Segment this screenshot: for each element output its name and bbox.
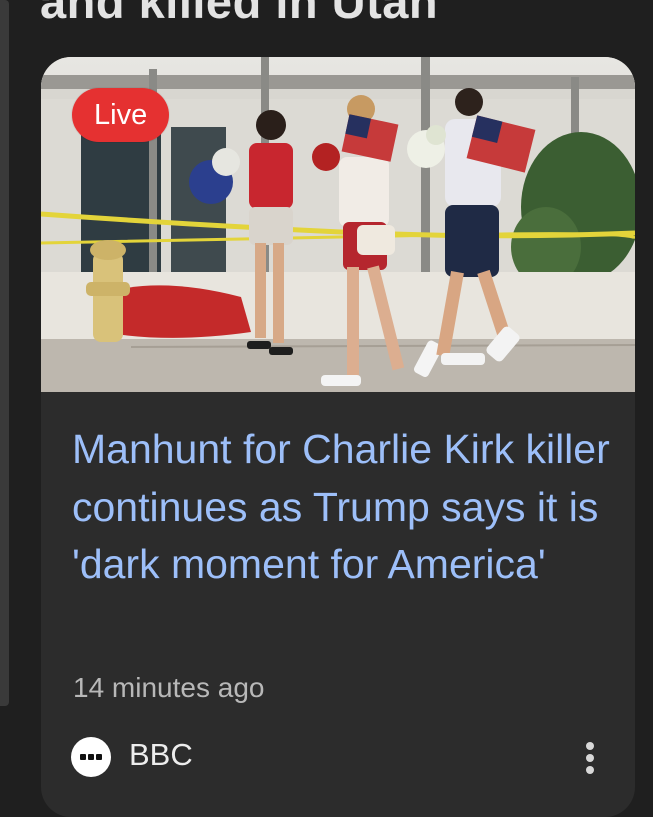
source-row: BBC — [71, 734, 611, 780]
news-card[interactable]: Live Manhunt for Charlie Kirk killer con… — [41, 57, 635, 817]
more-vert-icon — [586, 742, 594, 750]
story-timestamp: 14 minutes ago — [73, 672, 265, 703]
story-photo[interactable]: Live — [41, 57, 635, 392]
story-headline[interactable]: Manhunt for Charlie Kirk killer continue… — [72, 421, 612, 594]
bbc-logo-icon — [71, 737, 111, 777]
more-vert-icon-dot — [586, 766, 594, 774]
more-options-button[interactable] — [575, 734, 605, 780]
source-name[interactable]: BBC — [129, 737, 193, 773]
previous-story-title[interactable]: and killed in Utah — [40, 0, 438, 29]
more-vert-icon-dot — [586, 754, 594, 762]
live-badge: Live — [72, 88, 170, 142]
scroll-rail — [0, 0, 9, 706]
